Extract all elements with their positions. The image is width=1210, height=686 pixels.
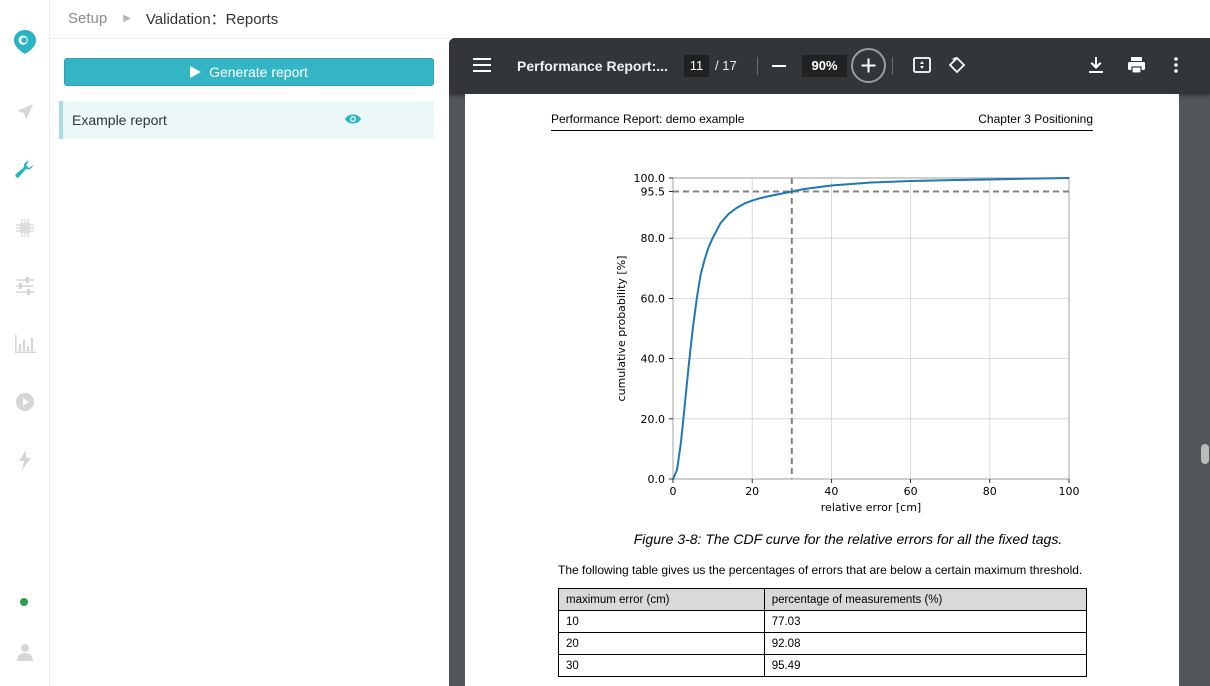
play-icon (190, 66, 202, 78)
x-tick-label: 60 (904, 485, 918, 498)
reference-lines (673, 178, 1069, 479)
report-list-item[interactable]: Example report (59, 101, 434, 139)
y-axis-label: cumulative probability [%] (615, 256, 628, 402)
logo-pin-icon[interactable] (13, 30, 37, 54)
y-tick-label: 60.0 (641, 292, 666, 305)
divider (757, 57, 758, 75)
download-icon[interactable] (1088, 56, 1104, 74)
rotate-icon[interactable] (948, 56, 966, 74)
sliders-icon[interactable] (13, 274, 37, 298)
y-tick-label: 95.5 (641, 186, 666, 199)
y-tick-label: 0.0 (648, 473, 666, 486)
send-icon[interactable] (13, 100, 37, 124)
table-row: 30 95.49 (558, 654, 1088, 677)
generate-report-button[interactable]: Generate report (64, 58, 434, 86)
page-total: / 17 (715, 58, 737, 73)
table-cell: 30 (558, 654, 765, 677)
table-cell: 77.03 (763, 610, 1088, 633)
table-header-cell: maximum error (cm) (558, 588, 765, 611)
table-row: 20 92.08 (558, 632, 1088, 655)
chevron-right-icon: ▶ (123, 12, 131, 24)
x-tick-label: 0 (670, 485, 677, 498)
x-tick-label: 80 (983, 485, 997, 498)
zoom-out-button[interactable] (772, 65, 786, 67)
cdf-chart: 0 20 40 60 80 100 0.0 20.0 40.0 60.0 80.0 95.5100.0… (615, 172, 1080, 514)
x-tick-label: 100 (1059, 485, 1080, 498)
fit-page-icon[interactable] (913, 56, 931, 74)
breadcrumb-setup[interactable]: Setup (68, 10, 107, 27)
print-icon[interactable] (1127, 56, 1146, 74)
left-rail (0, 0, 50, 686)
breadcrumb: Setup ▶ Validation：Reports (68, 0, 278, 36)
table-row: 10 77.03 (558, 610, 1088, 633)
zoom-in-button[interactable] (851, 48, 886, 83)
table-cell: 95.49 (763, 654, 1088, 677)
y-tick-label: 80.0 (641, 232, 666, 245)
table-cell: 10 (558, 610, 765, 633)
ticks: 0 20 40 60 80 100 0.0 20.0 40.0 60.0 80.0 95.5100.0 (634, 172, 1080, 498)
pdf-viewer: Performance Report:... 11 / 17 90% Perfo… (449, 38, 1210, 686)
threshold-table: maximum error (cm) percentage of measure… (558, 588, 1088, 677)
divider (50, 38, 450, 39)
x-tick-label: 40 (824, 485, 838, 498)
table-header-cell: percentage of measurements (%) (763, 588, 1088, 611)
plus-icon (861, 58, 876, 73)
y-tick-label: 20.0 (641, 413, 666, 426)
table-cell: 20 (558, 632, 765, 655)
breadcrumb-current: Validation：Reports (145, 10, 279, 28)
generate-report-label: Generate report (209, 64, 308, 80)
y-tick-label: 100.0 (634, 172, 666, 185)
x-tick-label: 20 (745, 485, 759, 498)
user-icon[interactable] (13, 640, 37, 664)
x-axis-label: relative error [cm] (821, 501, 921, 514)
menu-icon[interactable] (473, 57, 491, 73)
series (672, 177, 1070, 480)
y-tick-label: 40.0 (641, 353, 666, 366)
paragraph: The following table gives us the percent… (558, 563, 1083, 577)
table-header-row: maximum error (cm) percentage of measure… (558, 588, 1088, 611)
pdf-toolbar: Performance Report:... 11 / 17 90% (449, 38, 1210, 94)
status-indicator (20, 598, 28, 606)
page-number-input[interactable]: 11 (684, 55, 709, 77)
bolt-icon[interactable] (13, 448, 37, 472)
plot-frame (672, 177, 1070, 480)
more-options-icon[interactable] (1174, 56, 1178, 74)
bar-chart-icon[interactable] (13, 332, 37, 356)
pdf-page: Performance Report: demo example Chapter… (465, 94, 1179, 686)
zoom-level-input[interactable]: 90% (802, 55, 847, 77)
grid (672, 177, 1070, 480)
cdf-line (672, 177, 1070, 480)
divider (892, 57, 893, 75)
table-cell: 92.08 (763, 632, 1088, 655)
eye-icon[interactable] (344, 112, 362, 126)
wrench-icon[interactable] (13, 158, 37, 182)
chip-icon[interactable] (13, 216, 37, 240)
figure-caption: Figure 3-8: The CDF curve for the relati… (633, 531, 1063, 547)
report-name: Example report (72, 112, 167, 128)
play-circle-icon[interactable] (13, 390, 37, 414)
document-title: Performance Report:... (517, 58, 668, 74)
scrollbar-thumb[interactable] (1201, 444, 1209, 464)
